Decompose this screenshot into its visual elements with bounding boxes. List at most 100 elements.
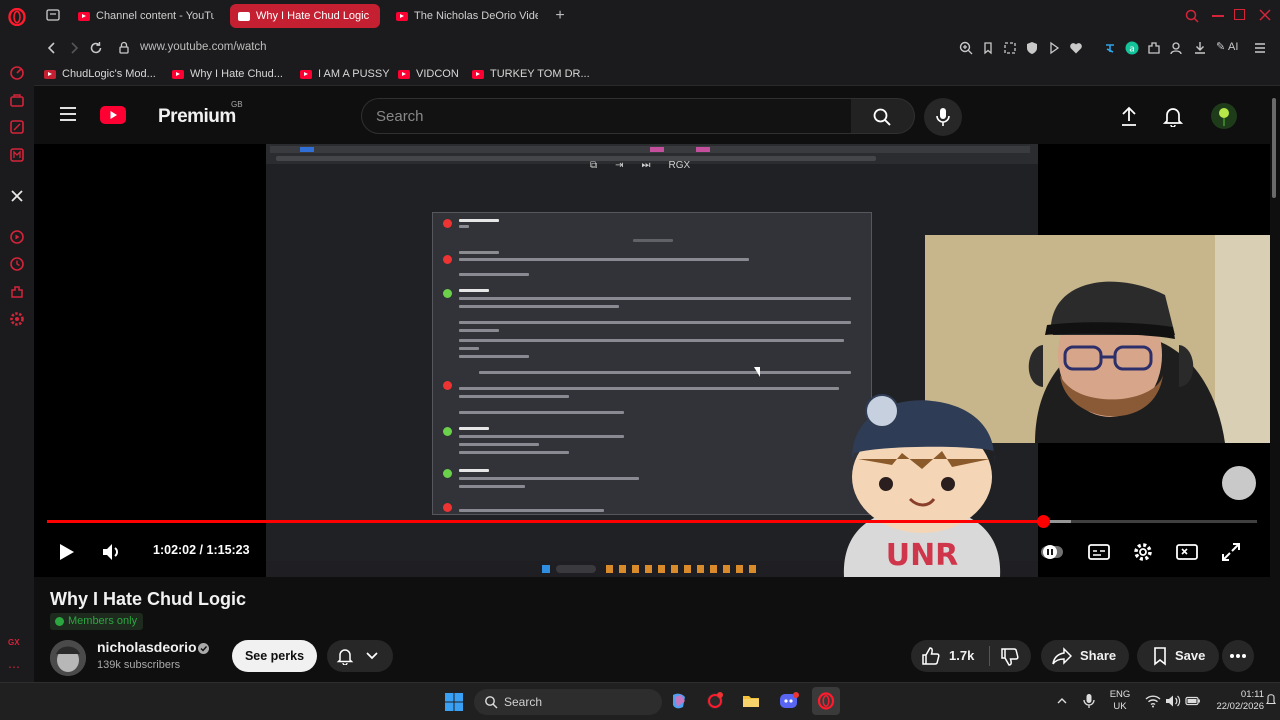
player-icon[interactable] (8, 228, 26, 246)
grammar-extension-icon[interactable]: a (1124, 40, 1140, 56)
wifi-icon[interactable] (1145, 694, 1161, 708)
easy-setup-menu-icon[interactable] (1252, 40, 1268, 56)
dislike-button[interactable] (991, 640, 1031, 672)
play-icon[interactable] (1046, 40, 1062, 56)
upload-icon[interactable] (1119, 105, 1139, 127)
aria-ai-button[interactable]: ✎ AI (1216, 40, 1244, 56)
opera-logo-icon[interactable] (8, 8, 26, 26)
fullscreen-icon[interactable] (1219, 540, 1243, 564)
reload-icon[interactable] (88, 40, 104, 56)
search-tabs-icon[interactable] (1184, 8, 1200, 24)
youtube-logo-icon[interactable] (100, 106, 154, 126)
discord-taskbar-icon[interactable] (778, 691, 800, 711)
workspace-icon[interactable] (8, 92, 26, 110)
account-avatar[interactable] (1211, 103, 1237, 129)
bookmark-item[interactable]: ChudLogic's Mod... (44, 68, 156, 80)
save-label: Save (1175, 648, 1206, 663)
search-button[interactable] (851, 98, 915, 134)
scrollbar-thumb[interactable] (1272, 98, 1276, 198)
translate-extension-icon[interactable] (1102, 40, 1118, 56)
maximize-button[interactable] (1234, 9, 1245, 20)
youtube-favicon-icon (472, 69, 484, 79)
messenger-icon[interactable] (8, 146, 26, 164)
bookmark-item[interactable]: TURKEY TOM DR... (472, 68, 590, 80)
like-button[interactable]: 1.7k (911, 640, 989, 672)
subtitles-icon[interactable] (1087, 540, 1111, 564)
x-twitter-icon[interactable] (8, 187, 26, 205)
share-button[interactable]: Share (1041, 640, 1129, 672)
page-scrollbar[interactable] (1270, 86, 1280, 682)
gx-icon[interactable]: GX (8, 634, 26, 652)
history-icon[interactable] (8, 255, 26, 273)
play-button[interactable] (54, 540, 78, 564)
tab-why-i-hate-chud-logic[interactable]: Why I Hate Chud Logic - YouTube (230, 4, 380, 28)
tab-channel-content[interactable]: Channel content - YouTube (70, 4, 222, 28)
snapshot-icon[interactable] (1002, 40, 1018, 56)
battery-icon[interactable] (1185, 694, 1201, 708)
see-perks-button[interactable]: See perks (232, 640, 317, 672)
forward-icon[interactable] (66, 40, 82, 56)
microphone-tray-icon[interactable] (1082, 693, 1096, 709)
show-hidden-icons-chevron[interactable] (1056, 695, 1068, 707)
settings-gear-icon[interactable] (1131, 540, 1155, 564)
notification-settings-button[interactable] (327, 640, 393, 672)
scrubber-handle[interactable] (1036, 515, 1050, 528)
tab-overview-icon[interactable] (46, 9, 60, 21)
youtube-favicon-icon (78, 11, 90, 21)
miniplayer-icon[interactable] (1175, 540, 1199, 564)
close-window-icon[interactable] (1258, 8, 1272, 22)
overlay-label: RGX (668, 160, 691, 171)
bookmark-item[interactable]: I AM A PUSSY (300, 68, 390, 80)
skip-icon[interactable]: ⏭ (642, 160, 651, 171)
copilot-icon[interactable] (669, 691, 689, 711)
opera-gx-taskbar-icon[interactable] (705, 691, 725, 711)
youtube-premium-logo-text[interactable]: Premium (158, 106, 236, 128)
speaker-icon[interactable] (1165, 694, 1181, 708)
more-icon[interactable]: ⋯ (8, 658, 26, 676)
notification-center-icon[interactable] (1266, 691, 1276, 711)
extensions-icon[interactable] (8, 283, 26, 301)
system-clock[interactable]: 01:11 22/02/2026 (1200, 689, 1264, 713)
tab-nicholas-deorio-video[interactable]: The Nicholas DeOrio Video (388, 4, 546, 28)
opera-active-taskbar-icon[interactable] (812, 687, 840, 715)
bookmark-pin-icon[interactable] (980, 40, 996, 56)
search-icon (873, 108, 891, 126)
volume-icon[interactable] (100, 540, 124, 564)
lock-icon (116, 40, 132, 56)
bookmark-item[interactable]: VIDCON (398, 68, 459, 80)
progress-bar[interactable] (47, 515, 1257, 528)
exit-icon[interactable]: ⇥ (615, 160, 623, 171)
download-icon[interactable] (1192, 40, 1208, 56)
puzzle-extensions-icon[interactable] (1146, 40, 1162, 56)
taskbar-search[interactable]: Search (474, 689, 662, 715)
progress-fill (47, 520, 1043, 523)
zoom-icon[interactable] (958, 40, 974, 56)
bookmark-item[interactable]: Why I Hate Chud... (172, 68, 283, 80)
speed-dial-icon[interactable] (8, 64, 26, 82)
search-input[interactable]: Search (361, 98, 853, 134)
heart-icon[interactable] (1068, 40, 1084, 56)
channel-name[interactable]: nicholasdeorio (97, 639, 197, 655)
url-field[interactable]: www.youtube.com/watch (140, 41, 267, 53)
pip-icon[interactable]: ⧉ (590, 160, 597, 171)
settings-icon[interactable] (8, 310, 26, 328)
file-explorer-icon[interactable] (741, 691, 761, 711)
channel-watermark-avatar[interactable] (1222, 466, 1256, 500)
autoplay-toggle[interactable] (1040, 540, 1064, 564)
more-actions-button[interactable] (1222, 640, 1254, 672)
back-icon[interactable] (44, 40, 60, 56)
shield-icon[interactable] (1024, 40, 1040, 56)
bell-icon (336, 649, 354, 665)
voice-search-button[interactable] (924, 98, 962, 136)
windows-start-icon[interactable] (444, 692, 464, 712)
new-tab-button[interactable]: + (552, 8, 568, 24)
notifications-bell-icon[interactable] (1163, 105, 1183, 127)
minimize-button[interactable] (1212, 15, 1224, 17)
pinboard-icon[interactable] (8, 118, 26, 136)
hamburger-menu-icon[interactable] (58, 106, 78, 122)
channel-avatar[interactable] (50, 640, 86, 676)
profile-icon[interactable] (1168, 40, 1184, 56)
video-player[interactable]: ⧉ ⇥ ⏭ RGX UNR 1:02:02 / 1:15:23 (34, 144, 1270, 577)
save-button[interactable]: Save (1137, 640, 1219, 672)
input-language[interactable]: ENG UK (1103, 689, 1137, 713)
